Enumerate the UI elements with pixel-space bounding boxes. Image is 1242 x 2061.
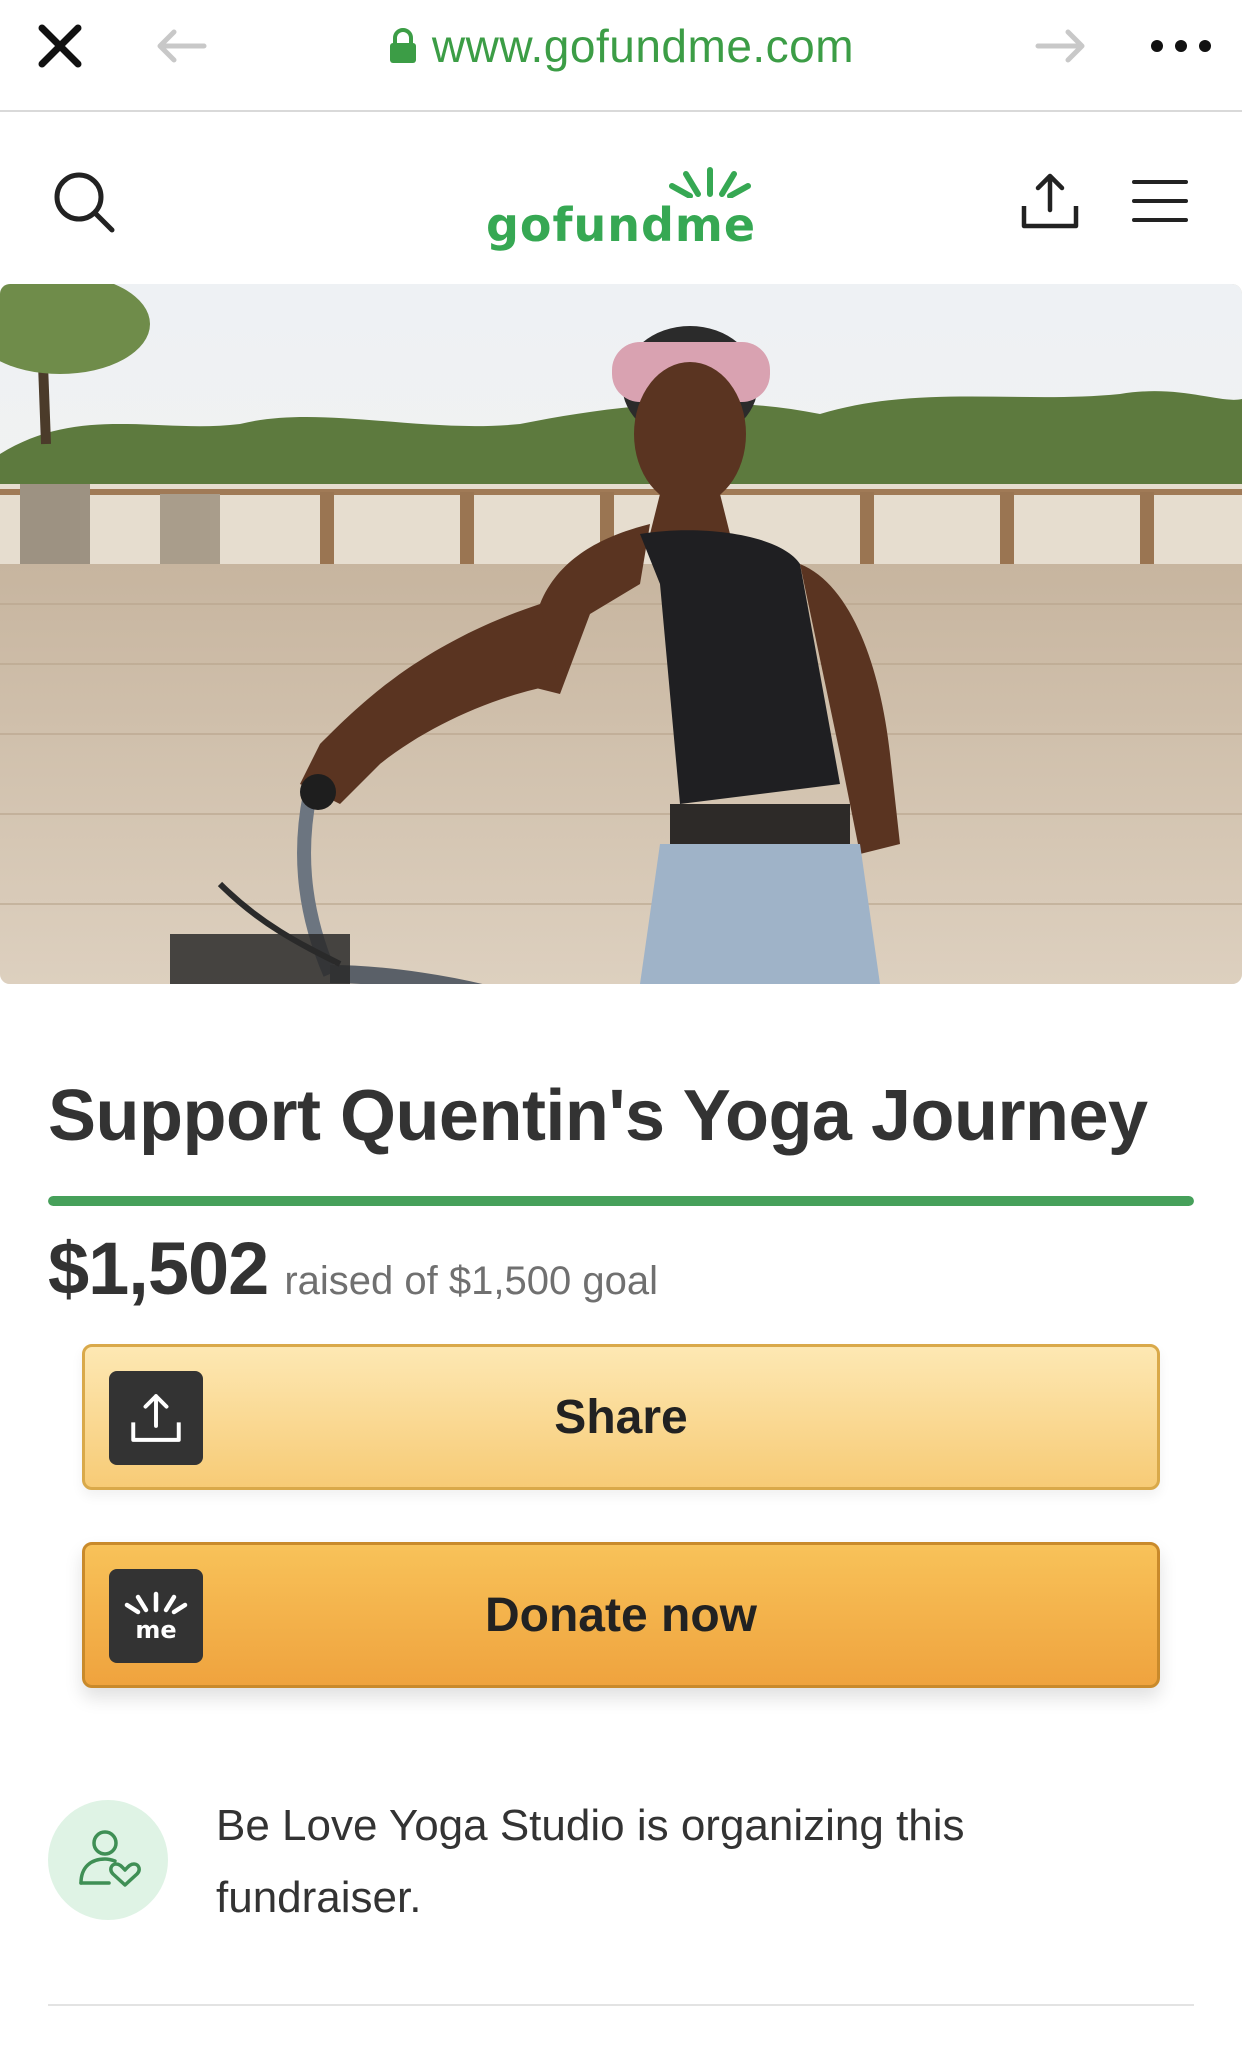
share-button-label: Share xyxy=(554,1390,688,1444)
progress-fill xyxy=(48,1196,1194,1206)
donate-button-label: Donate now xyxy=(485,1588,757,1642)
browser-toolbar: www.gofundme.com xyxy=(0,0,1242,112)
organizer-avatar xyxy=(48,1800,168,1920)
organizer-text: Be Love Yoga Studio is organizing this f… xyxy=(216,1801,965,1922)
forward-arrow-icon[interactable] xyxy=(1034,28,1090,64)
section-divider xyxy=(48,2004,1194,2006)
logo-text: gofundme xyxy=(485,198,757,252)
goal-text: raised of $1,500 goal xyxy=(284,1259,658,1303)
site-header: gofundme xyxy=(0,112,1242,284)
donate-button[interactable]: me Donate now xyxy=(82,1542,1160,1688)
share-icon[interactable] xyxy=(1018,170,1082,232)
svg-text:me: me xyxy=(135,1616,176,1644)
share-icon xyxy=(131,1394,181,1442)
organizer-heart-icon xyxy=(79,1830,141,1887)
progress-bar xyxy=(48,1196,1194,1206)
amount-raised: $1,502 xyxy=(48,1227,269,1310)
lock-icon xyxy=(389,28,416,63)
share-button[interactable]: Share xyxy=(82,1344,1160,1490)
donate-button-icon-tile: me xyxy=(109,1569,203,1663)
gofundme-me-icon: me xyxy=(124,1591,188,1644)
menu-icon[interactable] xyxy=(1132,178,1188,224)
close-icon[interactable] xyxy=(36,22,84,70)
share-button-icon-tile xyxy=(109,1371,203,1465)
amount-raised-row: $1,502 raised of $1,500 goal xyxy=(48,1226,658,1311)
campaign-hero-image xyxy=(0,284,1242,984)
url-text: www.gofundme.com xyxy=(431,20,855,72)
back-arrow-icon[interactable] xyxy=(152,28,208,64)
logo-sunburst-icon xyxy=(669,167,752,198)
campaign-title: Support Quentin's Yoga Journey xyxy=(48,1076,1148,1156)
more-icon[interactable] xyxy=(1148,34,1214,58)
address-bar[interactable]: www.gofundme.com xyxy=(300,12,942,80)
